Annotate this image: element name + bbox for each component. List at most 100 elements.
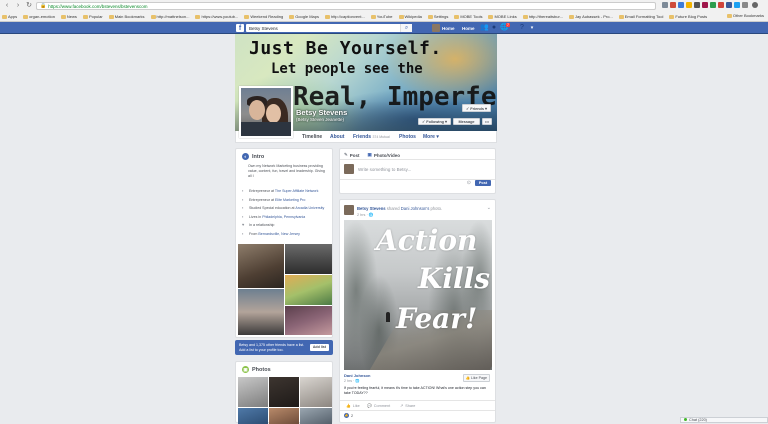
avatar[interactable]: [344, 205, 354, 215]
back-icon[interactable]: ‹: [3, 2, 11, 10]
bookmark-item[interactable]: Email Formatting Tool: [618, 14, 663, 19]
following-button[interactable]: ✓ Following ▾: [418, 118, 451, 125]
bookmark-item[interactable]: https://www.youtub...: [195, 14, 238, 19]
post-button[interactable]: Post: [475, 180, 491, 186]
intro-item-link[interactable]: The Super Affiliate Network: [275, 189, 318, 193]
extension-icon[interactable]: [662, 2, 668, 8]
extension-icon[interactable]: [726, 2, 732, 8]
intro-photo[interactable]: [285, 244, 332, 274]
message-button[interactable]: Message: [453, 118, 480, 125]
bookmark-item[interactable]: Future Blog Posts: [669, 14, 707, 19]
profile-picture[interactable]: [239, 86, 293, 138]
intro-photo[interactable]: [238, 289, 284, 335]
bookmark-item[interactable]: http://mattnelson...: [150, 14, 190, 19]
share-button[interactable]: ↗ Share: [400, 403, 415, 409]
page-name[interactable]: Dani Johnson: [344, 373, 370, 378]
cover-quote-line: Let people see the: [271, 61, 423, 77]
other-bookmarks[interactable]: Other Bookmarks: [726, 13, 764, 18]
friends-button[interactable]: ✓ Friends ▾: [462, 104, 491, 112]
like-button[interactable]: 👍 Like: [346, 403, 360, 409]
search-input[interactable]: Betsy Stevens ⌕: [246, 24, 412, 32]
intro-item-link[interactable]: Arcadia University: [295, 206, 324, 210]
extension-icon[interactable]: [702, 2, 708, 8]
photo-thumb[interactable]: [300, 377, 332, 407]
bookmark-item[interactable]: http://captionvent...: [324, 14, 365, 19]
forward-icon[interactable]: ›: [14, 2, 22, 10]
bookmark-item[interactable]: Settings: [427, 14, 448, 19]
post-source[interactable]: Dani Johnson's: [401, 206, 430, 211]
bookmark-item[interactable]: News: [60, 14, 77, 19]
tab-about[interactable]: About: [330, 134, 344, 140]
avatar[interactable]: [432, 24, 440, 32]
bookmark-label: Apps: [8, 14, 18, 19]
extension-icon[interactable]: [734, 2, 740, 8]
extension-icon[interactable]: [710, 2, 716, 8]
like-page-button[interactable]: 👍 Like Page: [462, 374, 490, 382]
account-menu-icon[interactable]: ▾: [528, 24, 536, 32]
extension-icon[interactable]: [694, 2, 700, 8]
photo-thumb[interactable]: [269, 408, 299, 424]
bookmark-item[interactable]: http://thereaitsbur...: [522, 14, 563, 19]
bookmark-item[interactable]: Apps: [2, 14, 17, 19]
composer-post-tab[interactable]: ✎ Post: [344, 152, 360, 158]
photo-thumb[interactable]: [238, 408, 268, 424]
composer-photo-tab[interactable]: ▣ Photo/Video: [368, 152, 400, 158]
intro-photo[interactable]: [285, 306, 332, 335]
tab-timeline[interactable]: Timeline: [302, 134, 322, 140]
bookmark-item[interactable]: MOBE Tools: [454, 14, 482, 19]
bookmark-item[interactable]: Popular: [82, 14, 103, 19]
bookmark-item[interactable]: MOBE Links: [488, 14, 517, 19]
bookmark-item[interactable]: YouTube: [370, 14, 393, 19]
photo-thumb[interactable]: [300, 408, 332, 424]
friend-requests-icon[interactable]: 👥: [480, 24, 489, 32]
tab-friends[interactable]: Friends 374 Mutual: [353, 134, 390, 140]
intro-item-link[interactable]: Philadelphia, Pennsylvania: [262, 215, 305, 219]
bookmark-item[interactable]: Jay Aubassek - Pro...: [568, 14, 613, 19]
tab-more[interactable]: More ▾: [423, 134, 439, 140]
bookmark-icon: [108, 14, 114, 19]
audience-icon[interactable]: ⊙: [467, 180, 471, 186]
bookmark-item[interactable]: Google Maps: [289, 14, 319, 19]
messages-icon[interactable]: ●: [490, 24, 498, 32]
nav-user[interactable]: Home: [442, 24, 455, 32]
post-image[interactable]: Action Kills Fear!: [344, 220, 492, 370]
intro-photo[interactable]: [285, 275, 332, 305]
bookmark-item[interactable]: Wikipedia: [398, 14, 422, 19]
bookmark-item[interactable]: organ-emotion: [23, 14, 55, 19]
photo-thumb[interactable]: [269, 377, 299, 407]
post-author[interactable]: Betsy Stevens: [357, 206, 386, 211]
add-list-button[interactable]: Add list: [309, 344, 329, 351]
cover-quote-line: Just Be Yourself.: [249, 38, 442, 59]
search-icon[interactable]: ⌕: [400, 24, 412, 32]
extension-icon[interactable]: [670, 2, 676, 8]
bookmark-item[interactable]: Weekend Reading: [244, 14, 283, 19]
facebook-logo[interactable]: f: [236, 24, 244, 32]
intro-photo[interactable]: [238, 244, 284, 288]
intro-item-link[interactable]: Elite Marketing Pro: [275, 198, 305, 202]
menu-icon[interactable]: [752, 2, 758, 8]
reaction-summary[interactable]: 👍 2: [344, 413, 353, 418]
extension-icon[interactable]: [742, 2, 748, 8]
chat-bar[interactable]: Chat (220): [680, 417, 768, 423]
bookmark-item[interactable]: Main Bookmarks: [108, 14, 145, 19]
extension-icon[interactable]: [686, 2, 692, 8]
profile-name[interactable]: Betsy Stevens: [296, 108, 347, 117]
post-options-icon[interactable]: ⌄: [487, 205, 491, 211]
bookmark-icon: [454, 14, 460, 19]
more-options-button[interactable]: •••: [482, 118, 492, 125]
intro-item-link[interactable]: Bernardsville, New Jersey: [258, 232, 300, 236]
photo-thumb[interactable]: [238, 377, 268, 407]
extension-icon[interactable]: [678, 2, 684, 8]
tab-photos[interactable]: Photos: [399, 134, 416, 140]
divider: [340, 400, 495, 401]
nav-home[interactable]: Home: [462, 24, 475, 32]
intro-item-text: Entrepreneur at: [249, 189, 275, 193]
extension-icon[interactable]: [718, 2, 724, 8]
address-bar[interactable]: 🔒 https://www.facebook.com/bstevens/bste…: [36, 2, 656, 10]
reload-icon[interactable]: ↻: [25, 2, 33, 10]
help-icon[interactable]: ?: [518, 24, 526, 32]
composer-input[interactable]: Write something to Betsy...: [358, 167, 411, 172]
comment-button[interactable]: 💬 Comment: [367, 403, 390, 409]
post-time[interactable]: 2 hrs · 🌐: [357, 212, 374, 217]
bookmark-label: http://mattnelson...: [156, 14, 190, 19]
